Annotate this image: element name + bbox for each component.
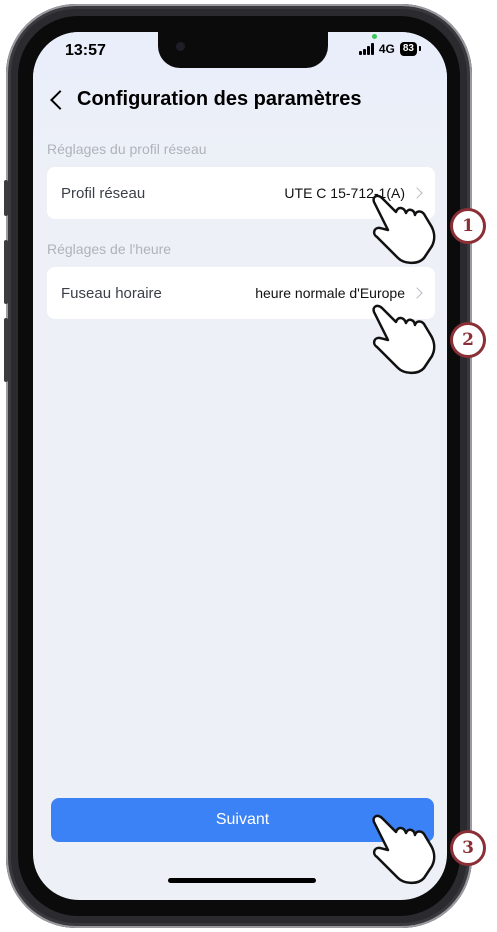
timezone-label: Fuseau horaire — [61, 284, 162, 302]
volume-down-button — [4, 318, 8, 382]
volume-up-button — [4, 240, 8, 304]
privacy-indicator — [372, 34, 377, 39]
network-profile-label: Profil réseau — [61, 184, 146, 202]
battery-icon: 83 — [399, 42, 422, 56]
home-indicator[interactable] — [168, 878, 316, 883]
action-button — [4, 180, 8, 216]
screen: 13:57 4G 83 Configuration des paramètres… — [33, 32, 447, 900]
timezone-value: heure normale d'Europe — [255, 285, 405, 301]
section-label-time: Réglages de l'heure — [47, 241, 172, 257]
section-label-network-profile: Réglages du profil réseau — [47, 141, 207, 157]
chevron-right-icon — [411, 287, 423, 299]
step-badge-1: 1 — [450, 208, 486, 244]
page-title: Configuration des paramètres — [77, 88, 362, 110]
step-badge-2: 2 — [450, 322, 486, 358]
network-type: 4G — [378, 42, 395, 56]
status-time: 13:57 — [65, 42, 106, 59]
notch — [158, 32, 328, 68]
hand-pointer-icon — [372, 194, 436, 265]
chevron-left-icon[interactable] — [50, 89, 70, 110]
signal-icon — [358, 43, 374, 55]
step-badge-3: 3 — [450, 830, 486, 866]
hand-pointer-icon — [372, 814, 436, 885]
status-icons: 4G 83 — [358, 42, 422, 56]
hand-pointer-icon — [372, 304, 436, 375]
camera-icon — [176, 42, 185, 51]
nav-bar: Configuration des paramètres — [49, 88, 362, 111]
